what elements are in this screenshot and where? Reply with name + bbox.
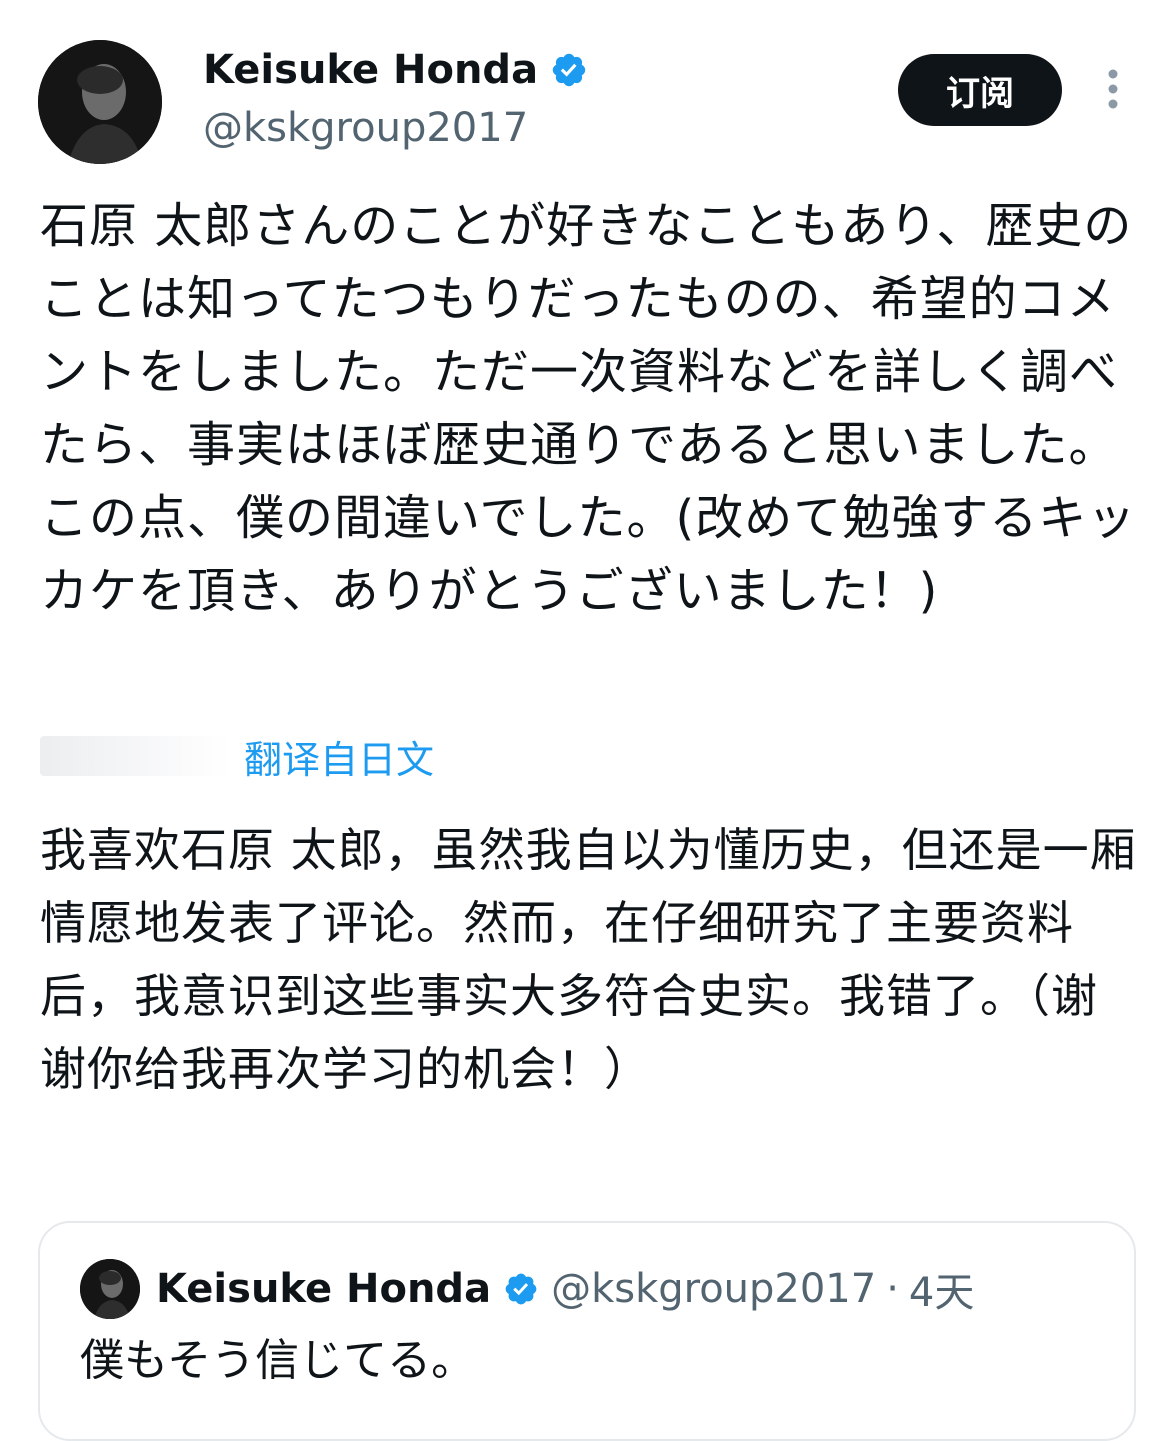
quoted-author-avatar	[80, 1259, 140, 1319]
verified-badge-icon	[550, 51, 588, 89]
translate-link[interactable]: 翻译自日文	[244, 729, 434, 784]
translated-text: 我喜欢石原 太郎，虽然我自以为懂历史，但还是一厢情愿地发表了评论。然而，在仔细研…	[40, 823, 1137, 1096]
quoted-avatar-photo	[80, 1259, 140, 1319]
author-avatar[interactable]	[38, 40, 162, 164]
quoted-timestamp: 4天	[908, 1270, 975, 1316]
subscribe-button[interactable]: 订阅	[898, 54, 1062, 126]
quoted-author-name: Keisuke Honda	[156, 1266, 492, 1312]
quoted-tweet-card[interactable]: Keisuke Honda @kskgroup2017 · 4天 僕もそう信じて…	[38, 1221, 1136, 1441]
avatar-photo	[38, 40, 162, 164]
author-name-row[interactable]: Keisuke Honda	[203, 44, 588, 96]
author-display-name[interactable]: Keisuke Honda	[203, 44, 538, 96]
quoted-tweet-header: Keisuke Honda @kskgroup2017 · 4天	[156, 1261, 974, 1317]
author-handle[interactable]: @kskgroup2017	[203, 102, 528, 154]
tweet-text: 石原 太郎さんのことが好きなこともあり、歴史のことは知ってたつもりだったものの、…	[40, 198, 1137, 619]
quoted-author-handle: @kskgroup2017	[551, 1266, 877, 1312]
translate-provider-faded	[40, 736, 230, 776]
quoted-tweet-text: 僕もそう信じてる。	[80, 1335, 476, 1386]
more-vertical-icon[interactable]	[1098, 64, 1128, 114]
quoted-separator: ·	[886, 1266, 899, 1312]
quoted-verified-badge-icon	[503, 1271, 539, 1307]
translate-row: 翻译自日文	[40, 728, 434, 784]
